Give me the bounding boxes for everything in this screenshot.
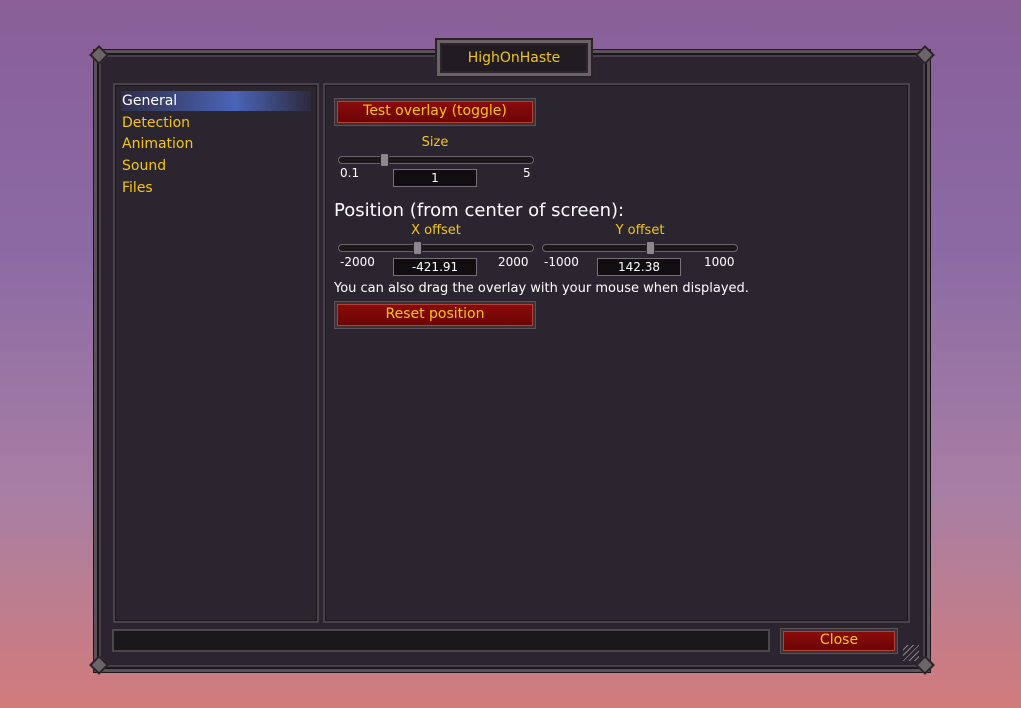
reset-position-button[interactable]: Reset position — [335, 302, 535, 328]
size-slider-track[interactable] — [338, 156, 534, 164]
size-slider-max: 5 — [523, 166, 531, 180]
y-offset-slider-max: 1000 — [704, 255, 735, 269]
test-overlay-button[interactable]: Test overlay (toggle) — [335, 99, 535, 125]
y-offset-value-input[interactable]: 142.38 — [597, 258, 681, 276]
sidebar-item-label: Sound — [122, 158, 167, 174]
sidebar-item-animation[interactable]: Animation — [121, 134, 311, 154]
x-offset-slider-track[interactable] — [338, 244, 534, 252]
window-title: HighOnHaste — [437, 40, 591, 76]
resize-grip-icon[interactable] — [903, 645, 919, 661]
close-button[interactable]: Close — [781, 629, 897, 653]
y-offset-slider-label: Y offset — [615, 223, 665, 238]
x-offset-slider-label: X offset — [411, 223, 461, 238]
size-slider-thumb[interactable] — [380, 153, 389, 167]
y-offset-slider-thumb[interactable] — [646, 241, 655, 255]
reset-position-button-label: Reset position — [385, 306, 485, 322]
sidebar-item-detection[interactable]: Detection — [121, 113, 311, 133]
sidebar-item-label: General — [122, 93, 178, 109]
sidebar-item-label: Files — [122, 180, 153, 196]
position-heading: Position (from center of screen): — [334, 200, 625, 221]
size-slider-min: 0.1 — [340, 166, 360, 180]
sidebar-item-sound[interactable]: Sound — [121, 156, 311, 176]
test-overlay-button-label: Test overlay (toggle) — [363, 103, 507, 119]
size-slider-label: Size — [421, 135, 449, 150]
x-offset-slider-min: -2000 — [340, 255, 375, 269]
sidebar-item-label: Animation — [122, 136, 194, 152]
settings-content-panel — [323, 83, 910, 623]
sidebar-item-files[interactable]: Files — [121, 178, 311, 198]
close-button-label: Close — [819, 632, 859, 648]
x-offset-slider-max: 2000 — [498, 255, 529, 269]
drag-hint-text: You can also drag the overlay with your … — [334, 281, 749, 296]
status-bar — [112, 629, 770, 652]
y-offset-slider-track[interactable] — [542, 244, 738, 252]
size-value-input[interactable]: 1 — [393, 169, 477, 187]
sidebar-item-label: Detection — [122, 115, 191, 131]
x-offset-slider-thumb[interactable] — [413, 241, 422, 255]
sidebar-item-general[interactable]: General — [121, 91, 311, 111]
x-offset-value-input[interactable]: -421.91 — [393, 258, 477, 276]
y-offset-slider-min: -1000 — [544, 255, 579, 269]
window-title-text: HighOnHaste — [467, 50, 561, 66]
